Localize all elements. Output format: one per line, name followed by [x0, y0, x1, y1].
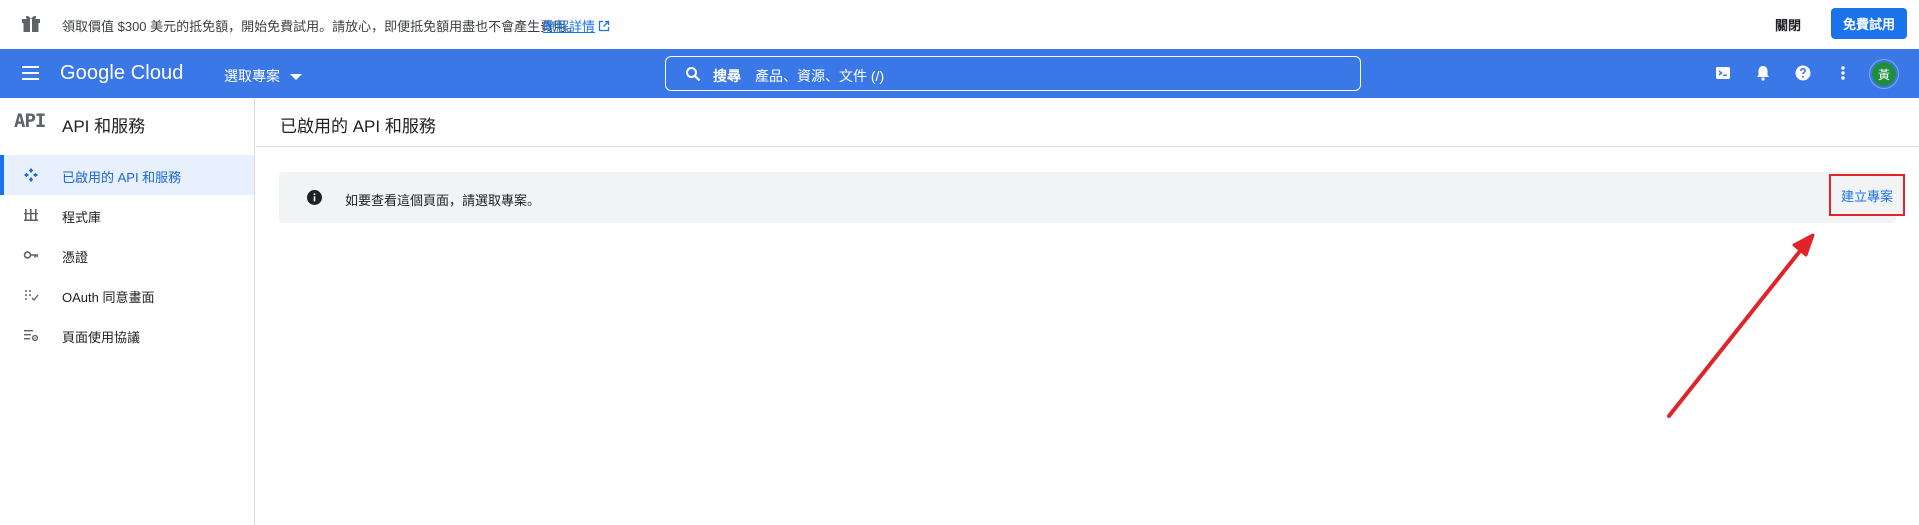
- sidebar-item-credentials[interactable]: 憑證: [0, 235, 254, 275]
- notifications-icon[interactable]: [1754, 64, 1772, 82]
- key-icon: [23, 247, 39, 263]
- promo-message: 領取價值 $300 美元的抵免額，開始免費試用。請放心，即便抵免額用盡也不會產生…: [62, 19, 580, 34]
- sidebar-item-label: 憑證: [62, 250, 89, 265]
- learn-more-label: 瞭解詳情: [543, 19, 596, 34]
- info-icon: [306, 189, 323, 206]
- library-icon: [23, 207, 39, 223]
- cloud-shell-icon[interactable]: [1714, 64, 1732, 82]
- search-label: 搜尋: [713, 68, 741, 84]
- divider: [256, 146, 1919, 147]
- promo-banner: 領取價值 $300 美元的抵免額，開始免費試用。請放心，即便抵免額用盡也不會產生…: [0, 0, 1919, 49]
- notice-text: 如要查看這個頁面，請選取專案。: [345, 193, 541, 208]
- sidebar-item-label: 頁面使用協議: [62, 330, 141, 345]
- sidebar: API API 和服務 已啟用的 API 和服務 程式庫 憑證 OAuth 同意…: [0, 98, 255, 525]
- gift-icon: [21, 13, 41, 33]
- project-selector[interactable]: 選取專案: [224, 66, 302, 86]
- sidebar-item-oauth-consent[interactable]: OAuth 同意畫面: [0, 275, 254, 315]
- help-icon[interactable]: [1794, 64, 1812, 82]
- sidebar-item-page-usage-agreements[interactable]: 頁面使用協議: [0, 315, 254, 355]
- page-title: 已啟用的 API 和服務: [280, 117, 436, 136]
- project-notice: 如要查看這個頁面，請選取專案。 建立專案: [279, 172, 1905, 223]
- google-cloud-logo[interactable]: Google Cloud: [60, 62, 184, 85]
- sidebar-item-enabled-apis[interactable]: 已啟用的 API 和服務: [0, 155, 254, 195]
- search-placeholder: 產品、資源、文件 (/): [755, 68, 885, 84]
- sidebar-item-label: OAuth 同意畫面: [62, 290, 155, 305]
- external-link-icon: [598, 20, 610, 31]
- search-bar[interactable]: 搜尋 產品、資源、文件 (/): [665, 56, 1361, 91]
- search-icon: [686, 67, 701, 82]
- sidebar-item-library[interactable]: 程式庫: [0, 195, 254, 235]
- sidebar-item-label: 已啟用的 API 和服務: [62, 170, 182, 185]
- main-content: 已啟用的 API 和服務 如要查看這個頁面，請選取專案。 建立專案: [256, 98, 1919, 525]
- top-header: Google Cloud 選取專案 搜尋 產品、資源、文件 (/) 黃: [0, 49, 1919, 98]
- more-vert-icon[interactable]: [1834, 64, 1852, 82]
- learn-more-link[interactable]: 瞭解詳情: [543, 16, 610, 35]
- page-settings-icon: [23, 327, 39, 343]
- sidebar-item-label: 程式庫: [62, 210, 102, 225]
- caret-down-icon: [290, 74, 302, 80]
- create-project-button[interactable]: 建立專案: [1829, 174, 1905, 216]
- api-logo: API: [14, 110, 46, 132]
- project-selector-label: 選取專案: [224, 68, 280, 84]
- sidebar-title: API 和服務: [62, 117, 146, 136]
- consent-icon: [23, 287, 39, 303]
- sidebar-header: API API 和服務: [0, 98, 254, 145]
- free-trial-button[interactable]: 免費試用: [1831, 8, 1907, 39]
- avatar[interactable]: 黃: [1870, 60, 1898, 88]
- hamburger-menu-icon[interactable]: [20, 64, 42, 82]
- dismiss-button[interactable]: 關閉: [1775, 15, 1801, 34]
- api-diamond-icon: [23, 167, 39, 183]
